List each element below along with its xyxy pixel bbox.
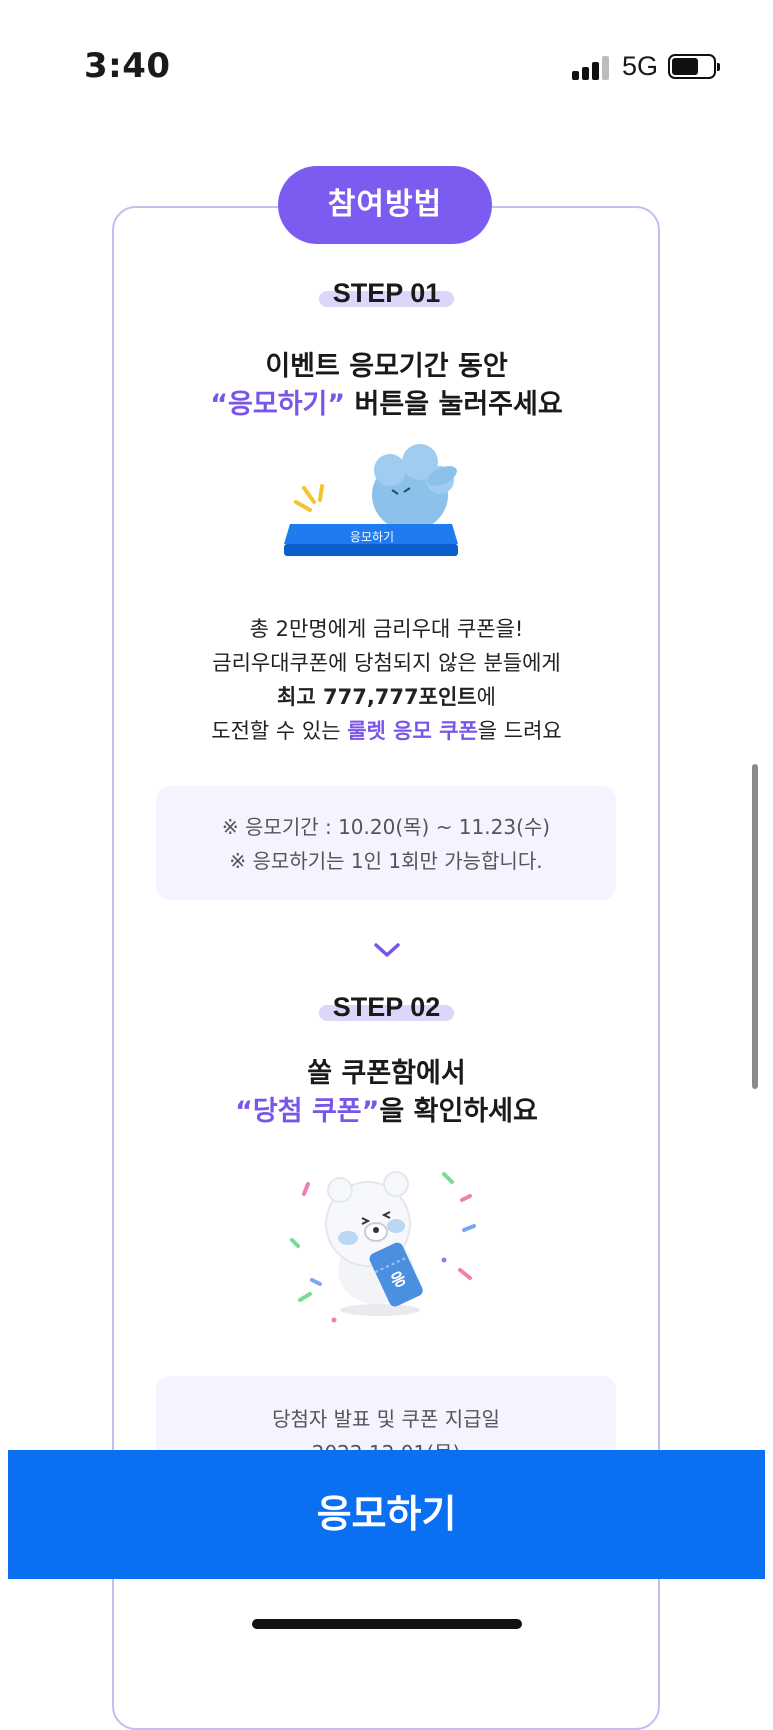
step1-desc-line4-end: 을 드려요	[477, 719, 562, 743]
chevron-down-icon	[374, 943, 400, 957]
scrollbar[interactable]	[752, 764, 758, 1089]
apply-limit-note: ※ 응모하기는 1인 1회만 가능합니다.	[229, 849, 543, 873]
apply-button[interactable]: 응모하기	[8, 1450, 765, 1579]
announcement-label: 당첨자 발표 및 쿠폰 지급일	[272, 1407, 500, 1431]
signal-icon	[572, 56, 612, 80]
step1-desc-line2: 금리우대쿠폰에 당첨되지 않은 분들에게	[212, 651, 561, 675]
status-bar: 3:40 5G	[0, 0, 773, 130]
home-indicator[interactable]	[252, 1619, 522, 1629]
step2-label: STEP 02	[318, 992, 455, 1023]
network-label: 5G	[622, 51, 659, 81]
apply-period: ※ 응모기간 : 10.20(목) ~ 11.23(수)	[221, 815, 551, 839]
step1-desc-line3: 최고 777,777포인트에	[0, 680, 773, 714]
section-title: 참여방법	[278, 166, 492, 244]
step1-heading-line2: “응모하기” 버튼을 눌러주세요	[0, 386, 773, 424]
step1-description: 총 2만명에게 금리우대 쿠폰을! 금리우대쿠폰에 당첨되지 않은 분들에게 최…	[0, 612, 773, 748]
step1-desc-line1: 총 2만명에게 금리우대 쿠폰을!	[249, 617, 524, 641]
step1-label: STEP 01	[318, 278, 455, 309]
sparkle-icon	[294, 484, 324, 512]
step1-desc-line4: 도전할 수 있는 룰렛 응모 쿠폰을 드려요	[0, 714, 773, 748]
step2-heading-rest: 을 확인하세요	[379, 1096, 538, 1127]
bear-coupon-illustration: 응	[290, 1171, 476, 1323]
step1-desc-bold: 최고 777,777포인트	[277, 685, 477, 709]
battery-icon	[668, 54, 720, 79]
step1-heading-accent: “응모하기”	[210, 389, 346, 420]
illustration-button-label: 응모하기	[350, 530, 394, 544]
step1-heading-line1: 이벤트 응모기간 동안	[265, 351, 508, 382]
apply-button-character-illustration: 응모하기	[284, 444, 458, 556]
step1-info-box: ※ 응모기간 : 10.20(목) ~ 11.23(수) ※ 응모하기는 1인 …	[156, 786, 616, 900]
step2-heading: 쏠 쿠폰함에서 “당첨 쿠폰”을 확인하세요	[0, 1055, 773, 1131]
status-time: 3:40	[84, 46, 171, 86]
step2-heading-accent: “당첨 쿠폰”	[235, 1096, 380, 1127]
step1-heading-rest: 버튼을 눌러주세요	[345, 389, 563, 420]
step2-heading-line1: 쏠 쿠폰함에서	[307, 1058, 466, 1089]
step1-label-wrap: STEP 01	[0, 278, 773, 309]
step1-heading: 이벤트 응모기간 동안 “응모하기” 버튼을 눌러주세요	[0, 348, 773, 424]
step2-heading-line2: “당첨 쿠폰”을 확인하세요	[0, 1093, 773, 1131]
step1-desc-accent: 룰렛 응모 쿠폰	[347, 719, 478, 743]
step1-desc-line3-rest: 에	[476, 685, 496, 709]
step1-desc-line4-start: 도전할 수 있는	[211, 719, 348, 743]
step2-label-wrap: STEP 02	[0, 992, 773, 1023]
